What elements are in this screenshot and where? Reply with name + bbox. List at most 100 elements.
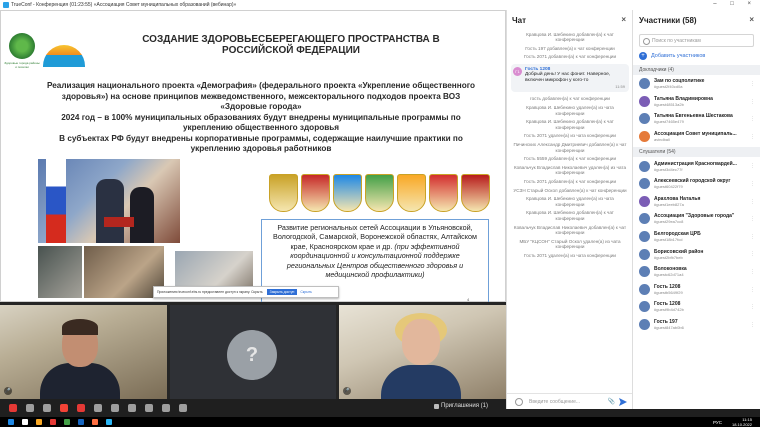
attach-icon[interactable]: 📎 [608, 398, 615, 405]
participant-menu-icon[interactable]: ⋮ [750, 116, 755, 122]
participant-avatar [639, 95, 650, 107]
toolbar-action-icon[interactable] [26, 404, 34, 412]
stop-sharing-button[interactable]: Закрыть доступ [266, 289, 298, 295]
participant-avatar [639, 113, 650, 125]
participant-menu-icon[interactable]: ⋮ [750, 181, 755, 187]
taskbar-app-icon[interactable] [92, 419, 98, 425]
participant-row[interactable]: Волоконовка #guestc62d71a4 ⋮ [633, 263, 760, 281]
participant-row[interactable]: Ассоциация Совет муниципаль... avindball… [633, 128, 760, 146]
participant-row[interactable]: Арахлова Наталья #guest1eeb827a ⋮ [633, 193, 760, 211]
participant-info: Гость 197 #guest847ab0b6 [654, 319, 752, 330]
chat-system-message: УСЗН Старый Оскол добавлен(а) к чат конф… [513, 187, 627, 193]
hide-notice-button[interactable]: Скрыть [300, 290, 312, 294]
toolbar-action-icon[interactable] [60, 404, 68, 412]
participants-title: Участники (58) [639, 15, 697, 25]
participant-row[interactable]: Администрация Красногвардей... #guest3d4… [633, 157, 760, 175]
chat-system-message: Гость 2071 удален(а) из чата конференции [524, 252, 616, 258]
participant-row[interactable]: Алексеевский городской округ #guest60422… [633, 175, 760, 193]
folder-shape [104, 217, 134, 227]
participant-row[interactable]: Татьяна Евгеньевна Шестакова #guest7465e… [633, 110, 760, 128]
system-clock[interactable]: 11:15 18.10.2022 [732, 417, 752, 427]
message-text: Добрый день! У нас фонит. Наверное, вклю… [525, 72, 611, 84]
participant-menu-icon[interactable]: ⋮ [750, 134, 755, 140]
participant-menu-icon[interactable]: ⋮ [750, 199, 755, 205]
add-participants-button[interactable]: + Добавить участников [639, 52, 754, 60]
listeners-section-header[interactable]: Слушатели (54) [633, 147, 760, 158]
video-tile-participant[interactable]: 🎤 [0, 305, 167, 399]
participant-menu-icon[interactable]: ⋮ [750, 269, 755, 275]
invites-button[interactable]: Приглашения (1) [434, 403, 488, 409]
chat-system-message: Гость 197 добавлен(а) к чат конференции [525, 45, 615, 51]
signing-photo [38, 159, 180, 243]
participant-info: Арахлова Наталья #guest1eeb827a [654, 196, 752, 207]
taskbar-app-icon[interactable] [78, 419, 84, 425]
participant-row[interactable]: Гость 1208 #guestb5649f29 ⋮ [633, 281, 760, 299]
taskbar-app-icon[interactable] [64, 419, 70, 425]
toolbar-action-icon[interactable] [145, 404, 153, 412]
participant-row[interactable]: Ассоциация "Здоровые города" #guest29ea7… [633, 210, 760, 228]
participant-menu-icon[interactable]: ⋮ [750, 251, 755, 257]
chat-messages[interactable]: Кравцова И. Шебекино добавлен(а) к чат к… [507, 30, 633, 393]
chat-system-message: Пичинских Александр Дмитриевич добавлен(… [513, 142, 627, 153]
association-logo [43, 45, 85, 67]
participant-menu-icon[interactable]: ⋮ [750, 287, 755, 293]
chat-system-message: МБУ "КЦСОН" Старый Оскол удален(а) из ча… [519, 238, 621, 250]
healthy-cities-logo-caption: Здоровые города районы и поселки [4, 61, 40, 69]
toolbar-action-icon[interactable] [43, 404, 51, 412]
windows-taskbar: РУС 11:15 18.10.2022 [0, 417, 760, 427]
participant-row[interactable]: Татьяна Владимировна #guest48513a2b ⋮ [633, 93, 760, 111]
person-shape [402, 319, 440, 365]
flag-shape [46, 159, 66, 243]
chat-input-field[interactable]: Введите сообщение... [529, 399, 580, 405]
toolbar-action-icon[interactable] [111, 404, 119, 412]
participant-row[interactable]: Гость 1208 #guest9b4d742b ⋮ [633, 298, 760, 316]
participant-info: Алексеевский городской округ #guest60422… [654, 178, 752, 189]
taskbar-app-icon[interactable] [50, 419, 56, 425]
participant-id: #guest29ea7cc8 [654, 219, 684, 225]
region-crest-icon [397, 174, 426, 212]
window-titlebar: TrueConf - Конференция (01:23:55) «Ассоц… [0, 0, 760, 10]
participant-row[interactable]: Белгородская ЦРБ #guest18b17fcd ⋮ [633, 228, 760, 246]
toolbar-action-icon[interactable] [9, 404, 17, 412]
language-indicator[interactable]: РУС [713, 420, 722, 425]
participant-row[interactable]: Гость 197 #guest847ab0b6 ⋮ [633, 316, 760, 334]
toolbar-action-icon[interactable] [94, 404, 102, 412]
participant-menu-icon[interactable]: ⋮ [750, 99, 755, 105]
video-tile-participant[interactable]: 🎤 [339, 305, 506, 399]
toolbar-action-icon[interactable] [162, 404, 170, 412]
chat-system-message: Кравцова И. Шебекино добавлен(а) к чат к… [526, 210, 614, 221]
chat-header: Чат × [507, 10, 632, 30]
video-tile-no-camera[interactable]: ? [170, 305, 336, 399]
message-time: 11:59 [615, 83, 625, 89]
close-participants-icon[interactable]: × [749, 15, 754, 24]
participant-id: #guest7465e479 [654, 119, 684, 125]
participant-menu-icon[interactable]: ⋮ [750, 81, 755, 87]
taskbar-app-icon[interactable] [22, 419, 28, 425]
toolbar-action-icon[interactable] [77, 404, 85, 412]
chat-title: Чат [512, 15, 526, 25]
toolbar-action-icon[interactable] [179, 404, 187, 412]
person-shape [130, 187, 154, 243]
close-chat-icon[interactable]: × [621, 15, 626, 24]
chat-system-message: Ковальчук Владислав Николаевич удален(а)… [513, 164, 627, 176]
send-icon[interactable] [619, 398, 627, 406]
slide-body-line: 2024 год – в 100% муниципальных образова… [61, 112, 461, 133]
speakers-section-header[interactable]: Докладчики (4) [633, 65, 760, 75]
participant-info: Ассоциация "Здоровые города" #guest29ea7… [654, 213, 752, 224]
participant-menu-icon[interactable]: ⋮ [750, 163, 755, 169]
window-controls[interactable]: – □ × [713, 1, 757, 7]
participant-row[interactable]: Зам по соцполитике #guest2f40cd0a ⋮ [633, 75, 760, 93]
slide-body-line: Реализация национального проекта «Демогр… [46, 81, 475, 111]
participants-search-input[interactable]: Поиск по участникам [639, 34, 754, 47]
emoji-icon[interactable] [515, 398, 523, 406]
participant-menu-icon[interactable]: ⋮ [750, 234, 755, 240]
taskbar-app-icon[interactable] [8, 419, 14, 425]
participant-menu-icon[interactable]: ⋮ [750, 322, 755, 328]
chat-system-message: Кравцова И. Шебекино удален(а) из чата к… [526, 196, 614, 207]
participant-menu-icon[interactable]: ⋮ [750, 216, 755, 222]
taskbar-app-icon[interactable] [36, 419, 42, 425]
participant-menu-icon[interactable]: ⋮ [750, 304, 755, 310]
toolbar-action-icon[interactable] [128, 404, 136, 412]
participant-row[interactable]: Борисовский район #guest2bfb7beb ⋮ [633, 245, 760, 263]
taskbar-app-icon[interactable] [106, 419, 112, 425]
